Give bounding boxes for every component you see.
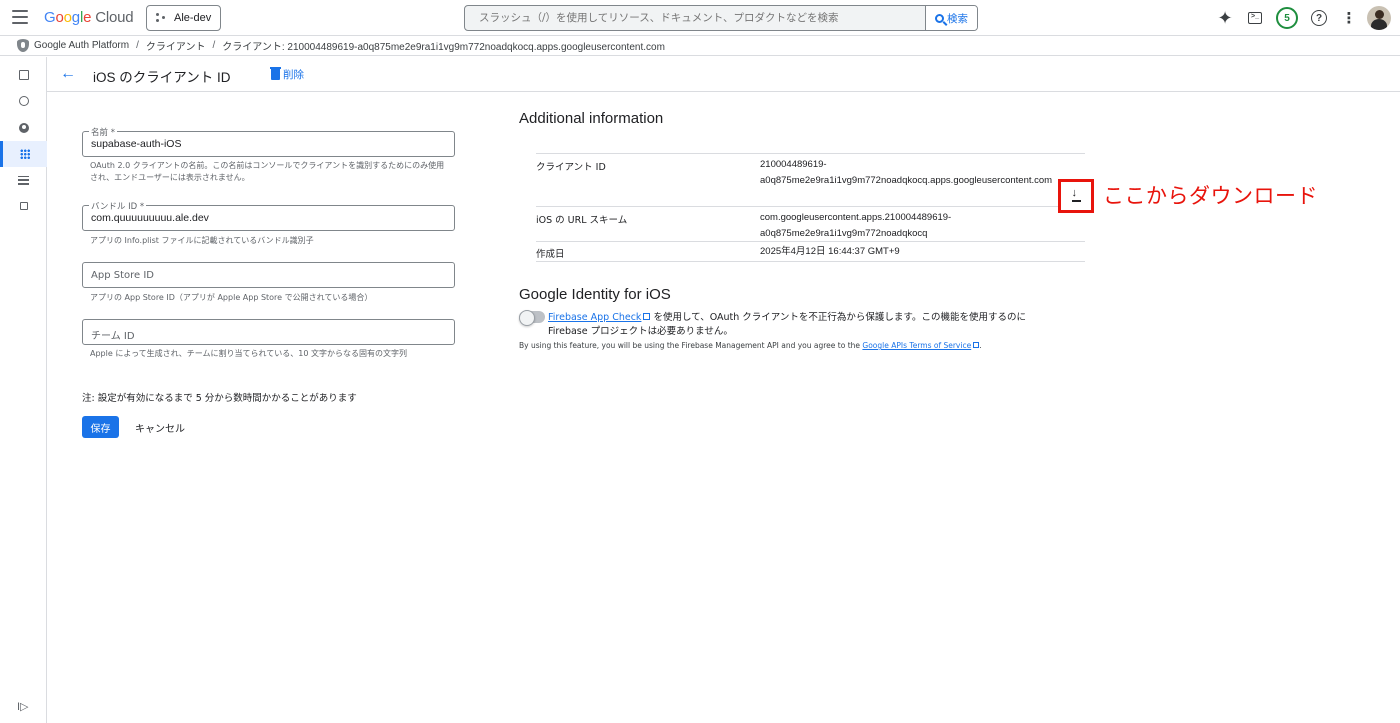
search-button-label: 検索 (947, 12, 968, 25)
info-value: com.googleusercontent.apps.210004489619-… (760, 210, 951, 242)
name-field-label: 名前 * (89, 126, 117, 138)
google-apis-terms-link[interactable]: Google APIs Terms of Service (862, 341, 971, 350)
firebase-app-check-link[interactable]: Firebase App Check (548, 312, 641, 323)
rail-item-branding[interactable] (0, 88, 47, 114)
rail-item-verification[interactable] (0, 193, 47, 219)
cloud-shell-icon[interactable]: >_ (1240, 0, 1270, 36)
breadcrumb-separator: / (212, 40, 216, 51)
url-scheme-line1: com.googleusercontent.apps.210004489619- (760, 212, 952, 223)
download-plist-button[interactable] (1058, 179, 1094, 213)
client-id-line1: 210004489619- (760, 159, 827, 170)
top-bar: GoogleCloud Ale-dev 検索 ✦ >_ 5 ? ⋮ (0, 0, 1400, 36)
page-header: ← iOS のクライアント ID 削除 (47, 57, 1400, 92)
back-arrow-icon[interactable]: ← (60, 65, 76, 83)
rail-item-clients[interactable] (0, 141, 47, 167)
name-field-hint: OAuth 2.0 クライアントの名前。この名前はコンソールでクライアントを識別… (90, 161, 445, 182)
settings-note: 注: 設定が有効になるまで 5 分から数時間かかることがあります (82, 393, 357, 404)
info-row-created: 作成日 2025年4月12日 16:44:37 GMT+9 (536, 241, 1085, 262)
project-name: Ale-dev (174, 12, 212, 24)
overview-icon (18, 70, 29, 80)
data-access-icon (18, 175, 29, 185)
bundle-id-field-value: com.quuuuuuuuu.ale.dev (91, 212, 209, 224)
search-icon (935, 13, 944, 23)
terms-prefix: By using this feature, you will be using… (519, 341, 863, 350)
bundle-id-hint: アプリの Info.plist ファイルに記載されているバンドル識別子 (90, 236, 314, 245)
bundle-id-field-label: バンドル ID * (89, 200, 147, 212)
account-button[interactable] (1364, 0, 1400, 36)
rail-item-audience[interactable] (0, 115, 47, 141)
breadcrumb-item-current: クライアント: 210004489619-a0q875me2e9ra1i1vg9… (222, 42, 665, 53)
trash-icon (270, 67, 281, 80)
additional-info-heading: Additional information (519, 110, 664, 127)
project-icon (156, 13, 166, 23)
shield-icon (17, 39, 29, 52)
cancel-button[interactable]: キャンセル (135, 420, 185, 435)
team-id-placeholder: チーム ID (91, 331, 135, 342)
info-value: 210004489619- a0q875me2e9ra1i1vg9m772noa… (760, 157, 1052, 189)
app-store-id-hint: アプリの App Store ID（アプリが Apple App Store で… (90, 293, 373, 302)
save-button[interactable]: 保存 (82, 416, 119, 438)
download-icon (1071, 187, 1081, 202)
breadcrumb: Google Auth Platform / クライアント / クライアント: … (0, 36, 1400, 56)
more-vert-icon[interactable]: ⋮ (1334, 0, 1364, 36)
external-link-icon (973, 342, 980, 348)
app-check-toggle[interactable] (519, 310, 545, 326)
page-title: iOS のクライアント ID (93, 70, 231, 85)
google-identity-heading: Google Identity for iOS (519, 286, 671, 303)
rail-item-data-access[interactable] (0, 167, 47, 193)
breadcrumb-separator: / (136, 40, 139, 51)
team-id-field[interactable]: チーム ID (82, 319, 455, 345)
expand-rail-icon[interactable]: I▷ (17, 700, 29, 713)
terms-suffix: . (979, 341, 982, 350)
main-menu-icon[interactable] (12, 10, 28, 24)
name-field[interactable]: 名前 * supabase-auth-iOS (82, 126, 455, 157)
info-key: iOS の URL スキーム (536, 215, 628, 226)
left-nav-rail: I▷ (0, 57, 47, 723)
google-cloud-logo[interactable]: Google Cloud (44, 9, 134, 26)
team-id-hint: Apple によって生成され、チームに割り当てられている、10 文字からなる固有… (90, 349, 407, 358)
notification-count: 5 (1276, 7, 1298, 29)
app-store-id-field[interactable]: App Store ID (82, 262, 455, 288)
branding-icon (18, 96, 29, 106)
delete-label: 削除 (283, 69, 304, 81)
bundle-id-field[interactable]: バンドル ID * com.quuuuuuuuu.ale.dev (82, 200, 455, 231)
audience-icon (18, 123, 29, 133)
search-input[interactable] (465, 6, 925, 30)
info-key: 作成日 (536, 249, 565, 260)
rail-item-overview[interactable] (0, 62, 47, 88)
breadcrumb-item-clients[interactable]: クライアント (146, 38, 206, 53)
project-picker-button[interactable]: Ale-dev (146, 5, 221, 31)
download-annotation: ここからダウンロード (1103, 184, 1318, 208)
terms-notice: By using this feature, you will be using… (519, 341, 982, 350)
external-link-icon (643, 313, 651, 320)
clients-icon (20, 149, 30, 159)
app-store-id-placeholder: App Store ID (91, 270, 154, 281)
breadcrumb-item-auth-platform[interactable]: Google Auth Platform (34, 40, 129, 51)
additional-info-table: クライアント ID 210004489619- a0q875me2e9ra1i1… (536, 153, 1085, 262)
url-scheme-line2: a0q875me2e9ra1i1vg9m772noadqkocq (760, 228, 928, 239)
app-check-description: Firebase App Check を使用して、OAuth クライアントを不正… (548, 311, 1058, 339)
top-icons: ✦ >_ 5 ? ⋮ (1210, 0, 1400, 36)
delete-button[interactable]: 削除 (270, 67, 304, 82)
search-button[interactable]: 検索 (925, 6, 977, 30)
help-icon[interactable]: ? (1304, 0, 1334, 36)
gemini-icon[interactable]: ✦ (1210, 0, 1240, 36)
name-field-value: supabase-auth-iOS (91, 138, 182, 150)
search-bar: 検索 (464, 5, 978, 31)
notifications-button[interactable]: 5 (1270, 0, 1304, 36)
info-key: クライアント ID (536, 162, 606, 173)
avatar (1367, 6, 1391, 30)
client-id-line2: a0q875me2e9ra1i1vg9m772noadqkocq.apps.go… (760, 175, 1053, 186)
info-row-url-scheme: iOS の URL スキーム com.googleusercontent.app… (536, 206, 1085, 241)
verification-icon (19, 202, 28, 210)
info-row-client-id: クライアント ID 210004489619- a0q875me2e9ra1i1… (536, 153, 1085, 206)
info-value: 2025年4月12日 16:44:37 GMT+9 (760, 246, 900, 257)
